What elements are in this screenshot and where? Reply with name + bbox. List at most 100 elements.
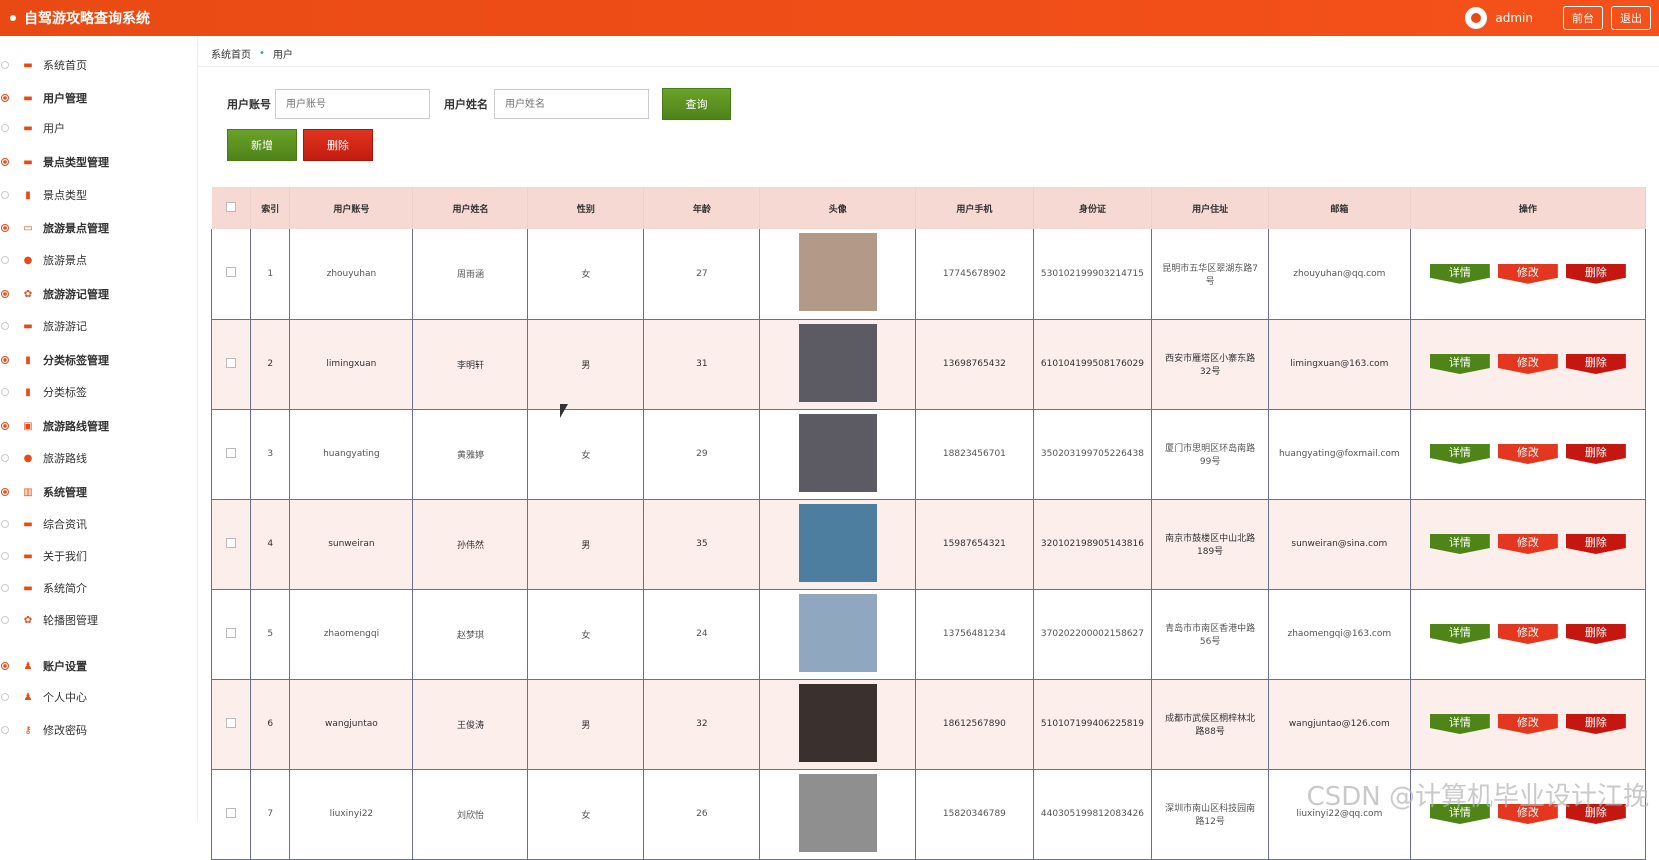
top-right-area: admin 前台 退出: [1465, 0, 1651, 36]
delete-button[interactable]: 删除: [1566, 714, 1626, 734]
key-icon: ⚷: [21, 725, 35, 736]
briefcase-icon: ▬: [21, 551, 35, 562]
row-checkbox[interactable]: [226, 448, 236, 458]
name-search-input[interactable]: [494, 89, 649, 119]
batch-delete-button[interactable]: 删除: [303, 129, 373, 161]
detail-button[interactable]: 详情: [1430, 354, 1490, 374]
sidebar-item-1[interactable]: ▬用户管理: [0, 88, 87, 108]
actions-cell: 详情修改删除: [1410, 589, 1645, 679]
sidebar-item-14[interactable]: ▬综合资讯: [0, 514, 87, 534]
sidebar-item-3[interactable]: ▬景点类型管理: [0, 152, 109, 172]
row-select-cell: [212, 679, 251, 769]
delete-button[interactable]: 删除: [1566, 624, 1626, 644]
cell-idx: 1: [251, 229, 290, 319]
edit-button[interactable]: 修改: [1498, 354, 1558, 374]
cell-email: limingxuan@163.com: [1268, 319, 1410, 409]
sidebar-bullet-icon: [1, 356, 9, 364]
detail-button[interactable]: 详情: [1430, 714, 1490, 734]
avatar[interactable]: [799, 504, 877, 582]
top-bar: 自驾游攻略查询系统 admin 前台 退出: [0, 0, 1659, 36]
sidebar-item-18[interactable]: ♟账户设置: [0, 656, 87, 676]
delete-button[interactable]: 删除: [1566, 534, 1626, 554]
column-header: 用户手机: [916, 187, 1033, 229]
cell-account: zhouyuhan: [290, 229, 413, 319]
sidebar-item-8[interactable]: ▬旅游游记: [0, 316, 87, 336]
avatar-cell: [760, 679, 916, 769]
select-all-checkbox[interactable]: [226, 202, 236, 212]
avatar[interactable]: [799, 233, 877, 311]
cell-name: 周雨涵: [413, 229, 528, 319]
sidebar-bullet-icon: [1, 584, 9, 592]
avatar[interactable]: [799, 324, 877, 402]
sidebar-bullet-icon: [1, 158, 9, 166]
sidebar-item-label: 关于我们: [43, 548, 87, 564]
add-button[interactable]: 新增: [227, 129, 297, 161]
avatar[interactable]: [799, 594, 877, 672]
detail-button[interactable]: 详情: [1430, 444, 1490, 464]
edit-button[interactable]: 修改: [1498, 624, 1558, 644]
row-checkbox[interactable]: [226, 808, 236, 818]
edit-button[interactable]: 修改: [1498, 534, 1558, 554]
avatar[interactable]: [799, 774, 877, 852]
query-button[interactable]: 查询: [662, 88, 731, 120]
briefcase-icon: ▬: [21, 583, 35, 594]
row-checkbox[interactable]: [226, 718, 236, 728]
logo-dot-icon: [10, 15, 16, 21]
name-filter: 用户姓名: [444, 89, 649, 119]
breadcrumb-home[interactable]: 系统首页: [211, 46, 251, 61]
row-checkbox[interactable]: [226, 628, 236, 638]
logout-button[interactable]: 退出: [1611, 6, 1651, 30]
sidebar-item-7[interactable]: ✿旅游游记管理: [0, 284, 109, 304]
sidebar-item-0[interactable]: ▬系统首页: [0, 55, 87, 75]
sidebar-item-2[interactable]: ▬用户: [0, 118, 65, 138]
sidebar-item-label: 用户: [43, 120, 65, 136]
sidebar-item-12[interactable]: ●旅游路线: [0, 448, 87, 468]
sidebar-item-5[interactable]: ▭旅游景点管理: [0, 218, 109, 238]
edit-button[interactable]: 修改: [1498, 714, 1558, 734]
sidebar-item-label: 分类标签管理: [43, 352, 109, 368]
sidebar-bullet-icon: [1, 124, 9, 132]
sidebar-item-10[interactable]: ▮分类标签: [0, 382, 87, 402]
mouse-cursor-icon: [560, 404, 568, 418]
gear-icon: ✿: [21, 289, 35, 300]
edit-button[interactable]: 修改: [1498, 444, 1558, 464]
cell-idx: 4: [251, 499, 290, 589]
account-search-input[interactable]: [275, 89, 430, 119]
sidebar-item-20[interactable]: ⚷修改密码: [0, 720, 87, 740]
sidebar-item-17[interactable]: ✿轮播图管理: [0, 610, 98, 630]
select-all-header: [212, 187, 251, 229]
row-checkbox[interactable]: [226, 267, 236, 277]
sidebar-item-4[interactable]: ▮景点类型: [0, 185, 87, 205]
cell-gender: 男: [528, 499, 644, 589]
row-checkbox[interactable]: [226, 538, 236, 548]
watermark: CSDN @计算机毕业设计江挽: [1307, 776, 1649, 813]
table-row: 2limingxuan李明轩男3113698765432610104199508…: [212, 319, 1646, 409]
delete-button[interactable]: 删除: [1566, 354, 1626, 374]
cell-address: 青岛市市南区香港中路56号: [1152, 589, 1269, 679]
detail-button[interactable]: 详情: [1430, 624, 1490, 644]
cell-name: 王俊涛: [413, 679, 528, 769]
sidebar-item-16[interactable]: ▬系统简介: [0, 578, 87, 598]
edit-button[interactable]: 修改: [1498, 264, 1558, 284]
sidebar-item-11[interactable]: ▣旅游路线管理: [0, 416, 109, 436]
detail-button[interactable]: 详情: [1430, 534, 1490, 554]
sidebar-item-label: 个人中心: [43, 689, 87, 705]
detail-button[interactable]: 详情: [1430, 264, 1490, 284]
sidebar-bullet-icon: [1, 256, 9, 264]
row-checkbox[interactable]: [226, 358, 236, 368]
sidebar-item-15[interactable]: ▬ 关于我们: [0, 546, 87, 566]
front-page-button[interactable]: 前台: [1563, 6, 1603, 30]
sidebar-item-13[interactable]: ▥系统管理: [0, 482, 87, 502]
cell-phone: 15987654321: [916, 499, 1033, 589]
sidebar-item-label: 旅游路线管理: [43, 418, 109, 434]
delete-button[interactable]: 删除: [1566, 264, 1626, 284]
sidebar-item-6[interactable]: ●旅游景点: [0, 250, 87, 270]
column-header: 索引: [251, 187, 290, 229]
delete-button[interactable]: 删除: [1566, 444, 1626, 464]
user-avatar-icon[interactable]: [1465, 7, 1487, 29]
avatar[interactable]: [799, 684, 877, 762]
sidebar-item-9[interactable]: ▮分类标签管理: [0, 350, 109, 370]
sidebar-item-19[interactable]: ♟个人中心: [0, 687, 87, 707]
row-select-cell: [212, 769, 251, 859]
avatar[interactable]: [799, 414, 877, 492]
